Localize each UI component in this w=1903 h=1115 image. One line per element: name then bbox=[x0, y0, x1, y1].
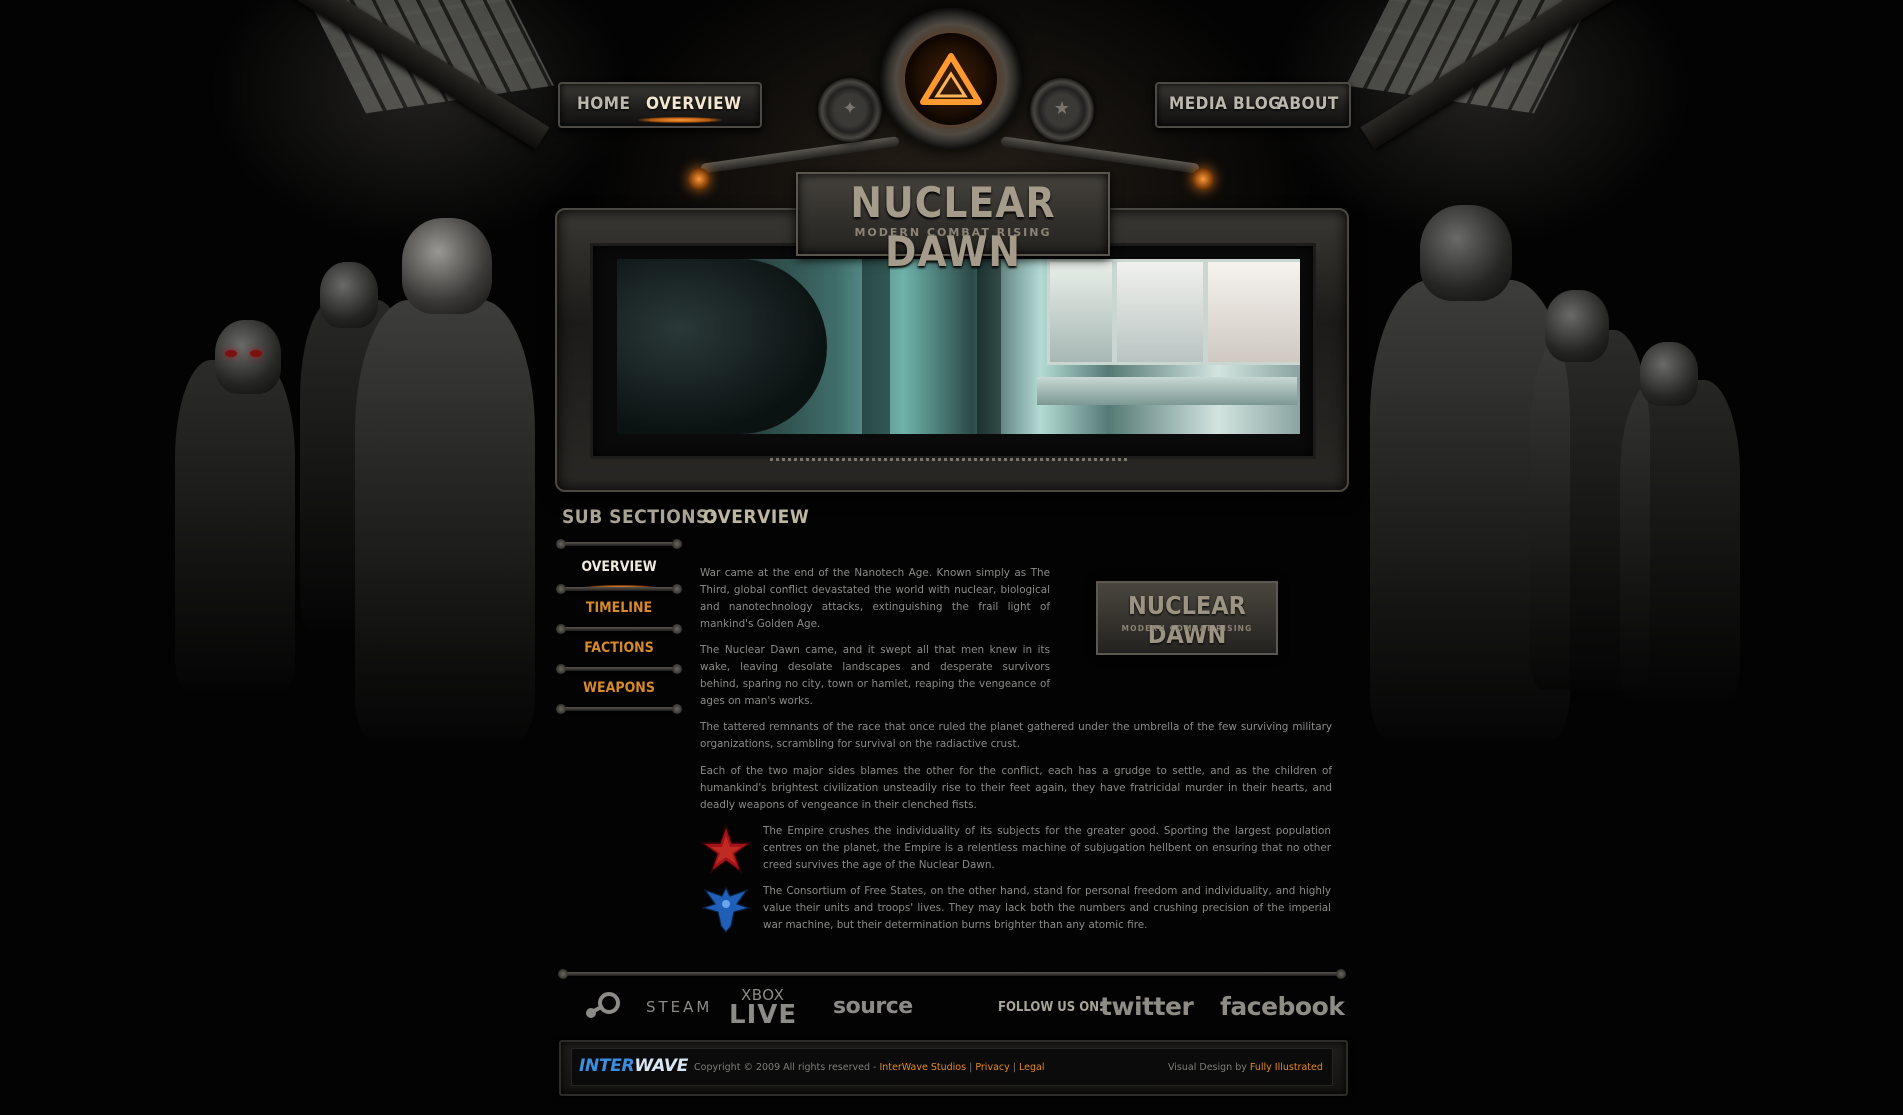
follow-us-label: FOLLOW US ON: bbox=[998, 1000, 1104, 1015]
fully-illustrated-link[interactable]: Fully Illustrated bbox=[1250, 1062, 1323, 1073]
inline-logo-title: NUCLEAR DAWN bbox=[1127, 591, 1247, 649]
facebook-link[interactable]: facebook bbox=[1220, 992, 1345, 1021]
consortium-phoenix-icon bbox=[701, 886, 751, 933]
footer-separator: | bbox=[1012, 1062, 1016, 1073]
footer-divider bbox=[558, 969, 1346, 979]
faction-empire-text: The Empire crushes the individuality of … bbox=[763, 825, 1331, 871]
sidebar-divider bbox=[556, 664, 682, 674]
sidebar-item-weapons[interactable]: WEAPONS bbox=[560, 673, 678, 703]
nav-about[interactable]: ABOUT bbox=[1277, 94, 1339, 114]
steam-label: STEAM bbox=[646, 998, 713, 1016]
paragraph-3: The tattered remnants of the race that o… bbox=[700, 721, 1332, 750]
star-emblem-icon: ★ bbox=[1030, 78, 1094, 142]
paragraph-2: The Nuclear Dawn came, and it swept all … bbox=[700, 644, 1050, 707]
nav-blog[interactable]: BLOG bbox=[1233, 94, 1281, 114]
xbox-live-logo[interactable]: XBOX LIVE bbox=[729, 986, 809, 1030]
footer-copyright-line: Copyright © 2009 All rights reserved - I… bbox=[694, 1062, 1044, 1073]
page: ✦ ★ HOME OVERVIEW MEDIA BLOG ABOUT NUCLE… bbox=[0, 0, 1903, 1115]
interwave-logo[interactable]: INTERWAVE bbox=[579, 1056, 688, 1076]
interwave-studios-link[interactable]: InterWave Studios bbox=[879, 1062, 966, 1073]
lamp-left bbox=[688, 168, 710, 190]
legal-link[interactable]: Legal bbox=[1019, 1062, 1044, 1073]
footer-separator: | bbox=[969, 1062, 973, 1073]
interwave-logo-b: WAVE bbox=[634, 1056, 689, 1076]
site-logo[interactable]: NUCLEAR DAWN MODERN COMBAT RISING bbox=[796, 172, 1110, 276]
interwave-logo-a: INTER bbox=[579, 1056, 635, 1076]
nav-active-indicator bbox=[638, 117, 722, 123]
logo-subtitle: MODERN COMBAT RISING bbox=[854, 226, 1052, 239]
nav-right: MEDIA BLOG ABOUT bbox=[1155, 82, 1351, 128]
sidebar-item-overview[interactable]: OVERVIEW bbox=[560, 552, 678, 582]
sidebar-divider bbox=[556, 539, 682, 549]
sidebar-divider bbox=[556, 584, 682, 594]
page-title: OVERVIEW bbox=[703, 506, 810, 528]
paragraph-1: War came at the end of the Nanotech Age.… bbox=[700, 567, 1050, 630]
copyright-text: Copyright © 2009 All rights reserved - bbox=[694, 1062, 877, 1073]
sidebar-heading: SUB SECTIONS: bbox=[562, 506, 717, 528]
faction-consortium-text: The Consortium of Free States, on the ot… bbox=[763, 885, 1331, 931]
eagle-emblem-icon: ✦ bbox=[818, 78, 882, 142]
lamp-right bbox=[1192, 168, 1214, 190]
sidebar-divider bbox=[556, 624, 682, 634]
hero-banner-image bbox=[617, 259, 1300, 434]
frame-rivets bbox=[770, 458, 1130, 461]
privacy-link[interactable]: Privacy bbox=[975, 1062, 1009, 1073]
twitter-link[interactable]: twitter bbox=[1100, 992, 1194, 1021]
paragraph-4: Each of the two major sides blames the o… bbox=[700, 765, 1332, 811]
inline-logo-subtitle: MODERN COMBAT RISING bbox=[1121, 624, 1253, 633]
visual-design-label: Visual Design by bbox=[1168, 1062, 1247, 1073]
nav-left: HOME OVERVIEW bbox=[558, 82, 762, 128]
nav-overview[interactable]: OVERVIEW bbox=[646, 94, 741, 114]
source-logo[interactable]: source bbox=[833, 994, 913, 1028]
live-label: LIVE bbox=[729, 1000, 798, 1030]
inline-logo: NUCLEAR DAWN MODERN COMBAT RISING bbox=[1096, 581, 1278, 655]
sidebar-item-timeline[interactable]: TIMELINE bbox=[560, 593, 678, 623]
sidebar-divider bbox=[556, 704, 682, 714]
empire-star-icon bbox=[701, 824, 751, 874]
nav-media[interactable]: MEDIA bbox=[1169, 94, 1227, 114]
steam-icon bbox=[586, 992, 620, 1018]
source-label: source bbox=[833, 994, 913, 1019]
nav-home[interactable]: HOME bbox=[577, 94, 630, 114]
footer-credit: Visual Design by Fully Illustrated bbox=[1168, 1062, 1323, 1073]
sidebar-item-factions[interactable]: FACTIONS bbox=[560, 633, 678, 663]
nuclear-dawn-emblem-icon bbox=[920, 53, 982, 105]
